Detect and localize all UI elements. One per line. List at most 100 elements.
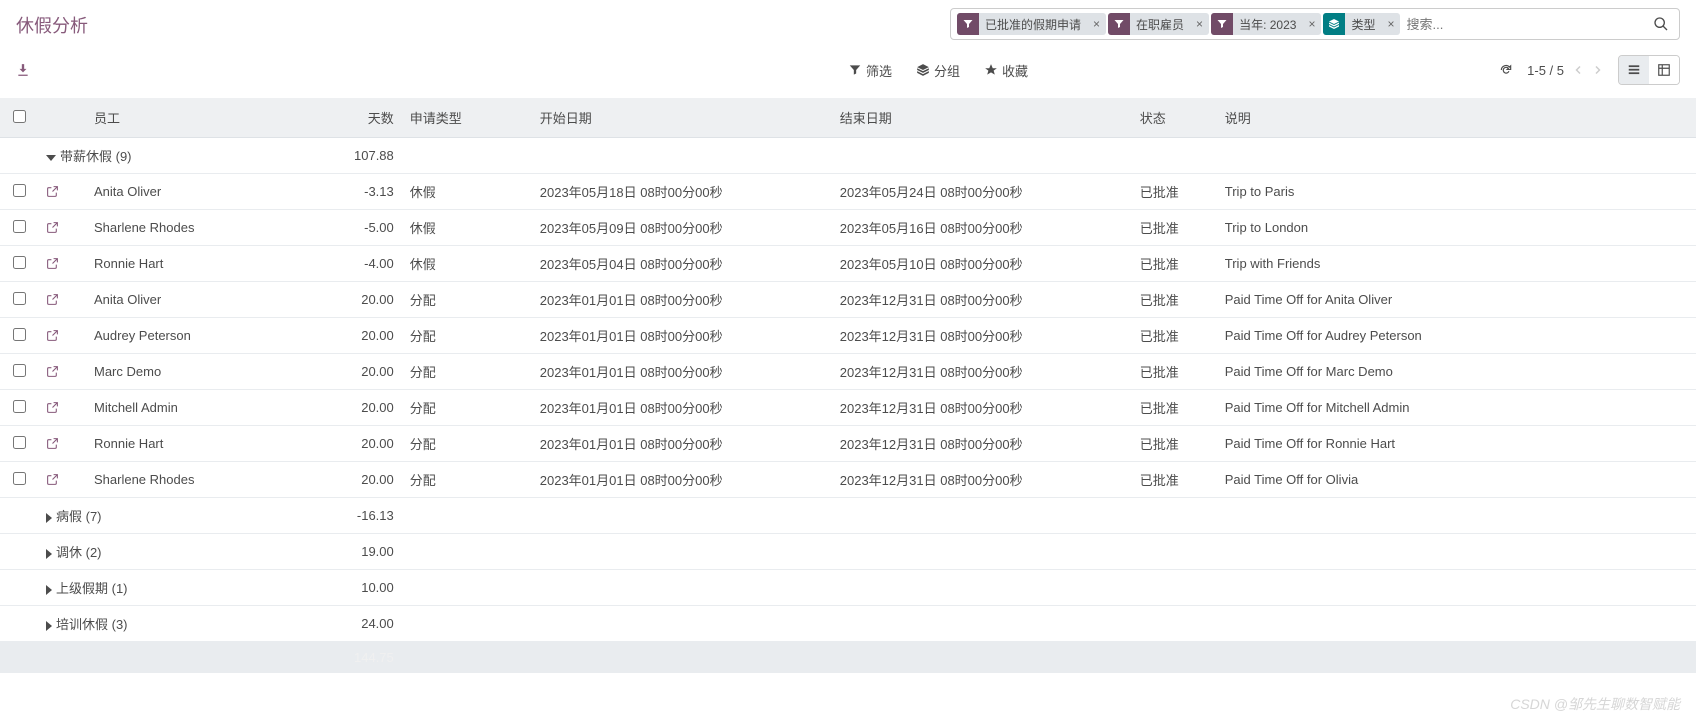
cell-start: 2023年05月18日 08时00分00秒 — [532, 174, 832, 210]
download-button[interactable] — [16, 44, 848, 96]
row-checkbox[interactable] — [13, 256, 26, 269]
search-input[interactable] — [1400, 13, 1649, 36]
cell-employee: Sharlene Rhodes — [86, 210, 346, 246]
table-row[interactable]: Anita Oliver20.00分配2023年01月01日 08时00分00秒… — [0, 282, 1696, 318]
cell-status: 已批准 — [1132, 318, 1217, 354]
list-icon — [1627, 63, 1641, 77]
group-total: 10.00 — [346, 570, 402, 606]
search-facet: 当年: 2023× — [1211, 13, 1321, 35]
row-checkbox[interactable] — [13, 292, 26, 305]
open-record-button[interactable] — [46, 221, 78, 234]
search-box[interactable]: 已批准的假期申请×在职雇员×当年: 2023×类型× — [950, 8, 1680, 40]
cell-status: 已批准 — [1132, 426, 1217, 462]
group-menu[interactable]: 分组 — [916, 61, 960, 80]
favorite-menu[interactable]: 收藏 — [984, 61, 1028, 80]
search-facet: 类型× — [1323, 13, 1400, 35]
open-record-button[interactable] — [46, 257, 78, 270]
cell-start: 2023年01月01日 08时00分00秒 — [532, 282, 832, 318]
view-switcher — [1618, 55, 1680, 85]
group-row[interactable]: 上级假期 (1)10.00 — [0, 570, 1696, 606]
cell-status: 已批准 — [1132, 354, 1217, 390]
download-icon — [16, 63, 30, 77]
cell-type: 休假 — [402, 246, 532, 282]
col-end[interactable]: 结束日期 — [832, 98, 1132, 138]
col-type[interactable]: 申请类型 — [402, 98, 532, 138]
search-icon — [1653, 16, 1669, 32]
facet-remove[interactable]: × — [1190, 17, 1209, 31]
col-desc[interactable]: 说明 — [1217, 98, 1696, 138]
cell-desc: Paid Time Off for Mitchell Admin — [1217, 390, 1696, 426]
facet-remove[interactable]: × — [1087, 17, 1106, 31]
filter-menu[interactable]: 筛选 — [848, 61, 892, 80]
caret-right-icon — [46, 621, 52, 631]
cell-days: 20.00 — [346, 354, 402, 390]
cell-employee: Ronnie Hart — [86, 426, 346, 462]
cell-end: 2023年05月16日 08时00分00秒 — [832, 210, 1132, 246]
col-days[interactable]: 天数 — [346, 98, 402, 138]
open-record-button[interactable] — [46, 365, 78, 378]
cell-start: 2023年01月01日 08时00分00秒 — [532, 318, 832, 354]
table-row[interactable]: Sharlene Rhodes-5.00休假2023年05月09日 08时00分… — [0, 210, 1696, 246]
pivot-icon — [1657, 63, 1671, 77]
row-checkbox[interactable] — [13, 436, 26, 449]
table-row[interactable]: Ronnie Hart-4.00休假2023年05月04日 08时00分00秒2… — [0, 246, 1696, 282]
open-record-button[interactable] — [46, 185, 78, 198]
table-row[interactable]: Audrey Peterson20.00分配2023年01月01日 08时00分… — [0, 318, 1696, 354]
table-row[interactable]: Anita Oliver-3.13休假2023年05月18日 08时00分00秒… — [0, 174, 1696, 210]
group-row[interactable]: 培训休假 (3)24.00 — [0, 606, 1696, 642]
cell-type: 休假 — [402, 174, 532, 210]
table-row[interactable]: Sharlene Rhodes20.00分配2023年01月01日 08时00分… — [0, 462, 1696, 498]
open-record-button[interactable] — [46, 401, 78, 414]
facet-remove[interactable]: × — [1302, 17, 1321, 31]
col-employee[interactable]: 员工 — [86, 98, 346, 138]
select-all-checkbox[interactable] — [13, 110, 26, 123]
footer-total: 144.75 — [346, 642, 402, 674]
search-facet: 已批准的假期申请× — [957, 13, 1106, 35]
cell-employee: Sharlene Rhodes — [86, 462, 346, 498]
filter-icon — [957, 13, 979, 35]
open-record-button[interactable] — [46, 437, 78, 450]
search-button[interactable] — [1649, 12, 1673, 36]
pager-prev[interactable] — [1572, 64, 1584, 76]
table-row[interactable]: Mitchell Admin20.00分配2023年01月01日 08时00分0… — [0, 390, 1696, 426]
pager-next[interactable] — [1592, 64, 1604, 76]
open-record-button[interactable] — [46, 473, 78, 486]
group-row[interactable]: 病假 (7)-16.13 — [0, 498, 1696, 534]
group-total: 24.00 — [346, 606, 402, 642]
cell-end: 2023年12月31日 08时00分00秒 — [832, 318, 1132, 354]
refresh-icon — [1499, 63, 1513, 77]
view-pivot-button[interactable] — [1649, 56, 1679, 84]
table-row[interactable]: Marc Demo20.00分配2023年01月01日 08时00分00秒202… — [0, 354, 1696, 390]
cell-start: 2023年01月01日 08时00分00秒 — [532, 426, 832, 462]
row-checkbox[interactable] — [13, 472, 26, 485]
group-row[interactable]: 带薪休假 (9)107.88 — [0, 138, 1696, 174]
cell-employee: Marc Demo — [86, 354, 346, 390]
col-start[interactable]: 开始日期 — [532, 98, 832, 138]
row-checkbox[interactable] — [13, 364, 26, 377]
cell-type: 分配 — [402, 462, 532, 498]
page-title: 休假分析 — [16, 8, 88, 38]
open-record-button[interactable] — [46, 293, 78, 306]
cell-status: 已批准 — [1132, 210, 1217, 246]
cell-employee: Anita Oliver — [86, 174, 346, 210]
open-record-button[interactable] — [46, 329, 78, 342]
chevron-right-icon — [1592, 64, 1604, 76]
cell-start: 2023年05月04日 08时00分00秒 — [532, 246, 832, 282]
table-row[interactable]: Ronnie Hart20.00分配2023年01月01日 08时00分00秒2… — [0, 426, 1696, 462]
col-status[interactable]: 状态 — [1132, 98, 1217, 138]
cell-type: 分配 — [402, 318, 532, 354]
cell-employee: Ronnie Hart — [86, 246, 346, 282]
cell-end: 2023年12月31日 08时00分00秒 — [832, 426, 1132, 462]
view-list-button[interactable] — [1619, 56, 1649, 84]
row-checkbox[interactable] — [13, 328, 26, 341]
row-checkbox[interactable] — [13, 184, 26, 197]
cell-type: 分配 — [402, 426, 532, 462]
row-checkbox[interactable] — [13, 400, 26, 413]
group-row[interactable]: 调休 (2)19.00 — [0, 534, 1696, 570]
row-checkbox[interactable] — [13, 220, 26, 233]
facet-remove[interactable]: × — [1381, 17, 1400, 31]
cell-days: -3.13 — [346, 174, 402, 210]
cell-type: 分配 — [402, 390, 532, 426]
refresh-button[interactable] — [1499, 63, 1513, 77]
cell-desc: Trip to Paris — [1217, 174, 1696, 210]
